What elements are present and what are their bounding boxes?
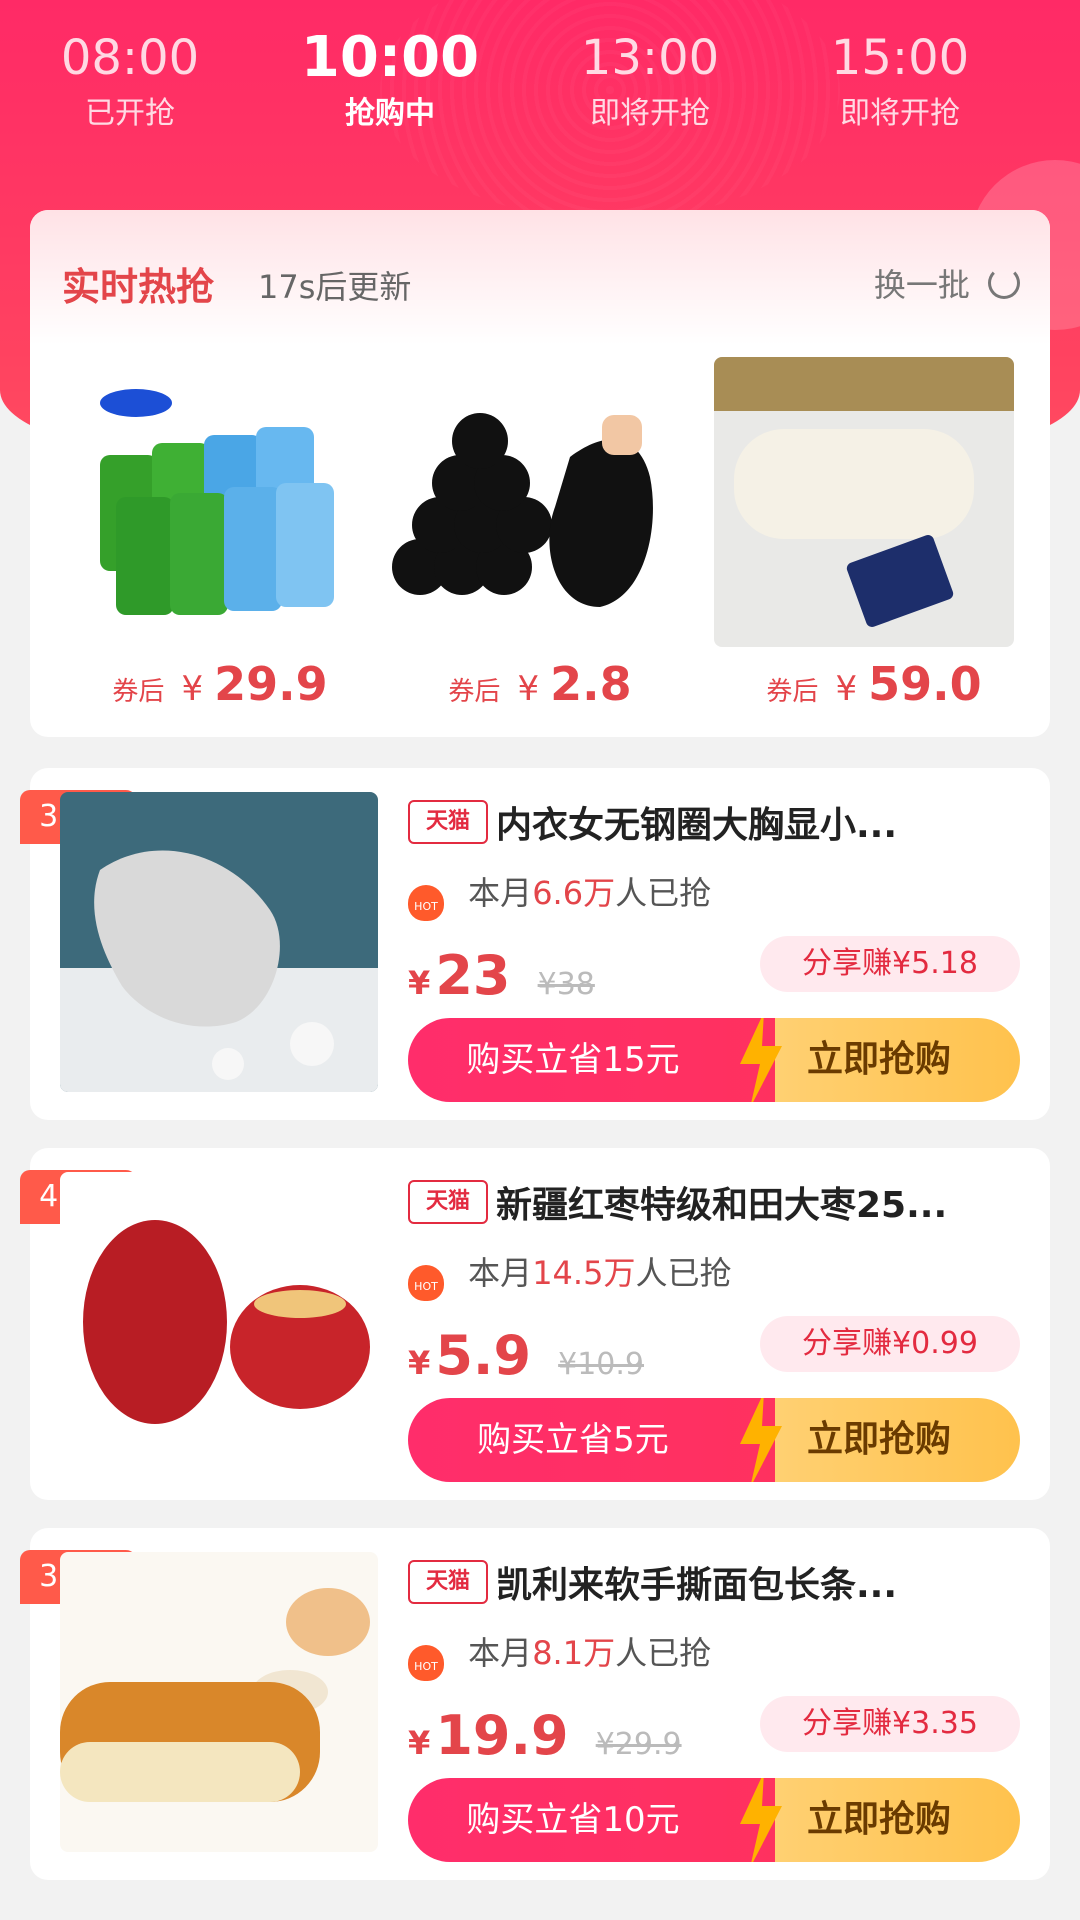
sold-stat: HOT 本月14.5万人已抢 <box>408 1248 731 1301</box>
hot-fire-icon: HOT <box>408 885 444 921</box>
tab-time: 08:00 <box>60 30 200 86</box>
soda-cans-image <box>60 357 360 647</box>
currency-symbol: ¥ <box>517 669 540 709</box>
tab-status: 已开抢 <box>85 96 175 131</box>
hot-item-price: 券后 ¥ 59.0 <box>714 657 1034 711</box>
buy-now-label: 立即抢购 <box>806 1039 951 1080</box>
after-coupon-label: 券后 <box>112 677 165 707</box>
price-value: 2.8 <box>550 657 632 711</box>
save-amount-label: 购买立省15元 <box>466 1040 680 1080</box>
hot-sale-header: 实时热抢 17s后更新 换一批 <box>30 210 1050 345</box>
hot-item[interactable]: 券后 ¥ 29.9 <box>60 345 380 737</box>
price-value: 29.9 <box>214 657 328 711</box>
buy-button[interactable]: 购买立省5元 立即抢购 <box>408 1398 1020 1482</box>
after-coupon-label: 券后 <box>766 677 819 707</box>
price-value: 59.0 <box>868 657 982 711</box>
share-earn-button[interactable]: 分享赚¥3.35 <box>760 1696 1020 1752</box>
buy-now-label: 立即抢购 <box>806 1419 951 1460</box>
tab-status: 抢购中 <box>345 96 435 131</box>
product-card[interactable]: 4.6折 天猫 新疆红枣特级和田大枣25... HOT 本月14.5万人已抢 ¥… <box>20 1148 1050 1500</box>
product-title: 凯利来软手撕面包长条... <box>496 1565 898 1606</box>
hot-item[interactable]: 券后 ¥ 2.8 <box>380 345 700 737</box>
hot-item-price: 券后 ¥ 29.9 <box>60 657 380 711</box>
tab-08-00[interactable]: 08:00 已开抢 <box>0 28 260 136</box>
sold-suffix: 人已抢 <box>635 1254 732 1292</box>
refresh-label: 换一批 <box>873 266 970 304</box>
save-amount-label: 购买立省10元 <box>466 1800 680 1840</box>
tmall-badge: 天猫 <box>408 1560 488 1604</box>
sold-prefix: 本月 <box>468 874 533 912</box>
currency-symbol: ¥ <box>408 964 431 1002</box>
sold-suffix: 人已抢 <box>615 1634 712 1672</box>
pillow-image <box>714 357 1014 647</box>
original-price: ¥10.9 <box>558 1347 645 1382</box>
buy-button[interactable]: 购买立省15元 立即抢购 <box>408 1018 1020 1102</box>
tab-time: 10:00 <box>300 25 480 90</box>
hot-sale-title: 实时热抢 <box>62 265 215 309</box>
save-amount-label: 购买立省5元 <box>477 1420 669 1460</box>
hot-sale-countdown: 17s后更新 <box>258 268 412 306</box>
tab-status: 即将开抢 <box>590 96 710 131</box>
tab-10-00[interactable]: 10:00 抢购中 <box>260 28 520 136</box>
bra-image <box>60 792 378 1092</box>
sold-stat: HOT 本月6.6万人已抢 <box>408 868 711 921</box>
tmall-badge: 天猫 <box>408 800 488 844</box>
product-title: 新疆红枣特级和田大枣25... <box>496 1185 948 1226</box>
product-card[interactable]: 3.9折 天猫 内衣女无钢圈大胸显小... HOT 本月6.6万人已抢 ¥ 23… <box>20 768 1050 1120</box>
sold-prefix: 本月 <box>468 1254 533 1292</box>
hot-fire-icon: HOT <box>408 1265 444 1301</box>
sold-count: 8.1万 <box>532 1634 616 1672</box>
tab-status: 即将开抢 <box>840 96 960 131</box>
currency-symbol: ¥ <box>835 669 858 709</box>
refresh-icon <box>988 267 1020 299</box>
after-coupon-label: 券后 <box>448 677 501 707</box>
currency-symbol: ¥ <box>408 1724 431 1762</box>
current-price: 23 <box>435 944 511 1007</box>
current-price: 19.9 <box>435 1704 569 1767</box>
buy-now-label: 立即抢购 <box>806 1799 951 1840</box>
bread-image <box>60 1552 378 1852</box>
share-earn-button[interactable]: 分享赚¥0.99 <box>760 1316 1020 1372</box>
hot-fire-icon: HOT <box>408 1645 444 1681</box>
jujube-image <box>60 1172 378 1472</box>
tmall-badge: 天猫 <box>408 1180 488 1224</box>
trash-bags-image <box>380 357 680 647</box>
tab-time: 15:00 <box>830 30 970 86</box>
tab-13-00[interactable]: 13:00 即将开抢 <box>520 28 780 136</box>
currency-symbol: ¥ <box>181 669 204 709</box>
product-title: 内衣女无钢圈大胸显小... <box>496 805 898 846</box>
sold-stat: HOT 本月8.1万人已抢 <box>408 1628 711 1681</box>
currency-symbol: ¥ <box>408 1344 431 1382</box>
current-price: 5.9 <box>435 1324 532 1387</box>
hot-sale-card: 实时热抢 17s后更新 换一批 券后 ¥ 29.9 券后 ¥ 2.8 券后 ¥ … <box>30 210 1050 737</box>
sold-suffix: 人已抢 <box>615 874 712 912</box>
buy-button[interactable]: 购买立省10元 立即抢购 <box>408 1778 1020 1862</box>
original-price: ¥29.9 <box>595 1727 682 1762</box>
time-tabs: 08:00 已开抢 10:00 抢购中 13:00 即将开抢 15:00 即将开… <box>0 28 1080 168</box>
sold-count: 6.6万 <box>532 874 616 912</box>
sold-count: 14.5万 <box>532 1254 636 1292</box>
original-price: ¥38 <box>537 967 595 1002</box>
product-card[interactable]: 3.3折 天猫 凯利来软手撕面包长条... HOT 本月8.1万人已抢 ¥ 19… <box>20 1528 1050 1880</box>
hot-items: 券后 ¥ 29.9 券后 ¥ 2.8 券后 ¥ 59.0 <box>30 345 1050 737</box>
refresh-batch-button[interactable]: 换一批 <box>874 260 1020 306</box>
tab-15-00[interactable]: 15:00 即将开抢 <box>770 28 1030 136</box>
sold-prefix: 本月 <box>468 1634 533 1672</box>
hot-item[interactable]: 券后 ¥ 59.0 <box>714 345 1034 737</box>
share-earn-button[interactable]: 分享赚¥5.18 <box>760 936 1020 992</box>
tab-time: 13:00 <box>580 30 720 86</box>
hot-item-price: 券后 ¥ 2.8 <box>380 657 700 711</box>
